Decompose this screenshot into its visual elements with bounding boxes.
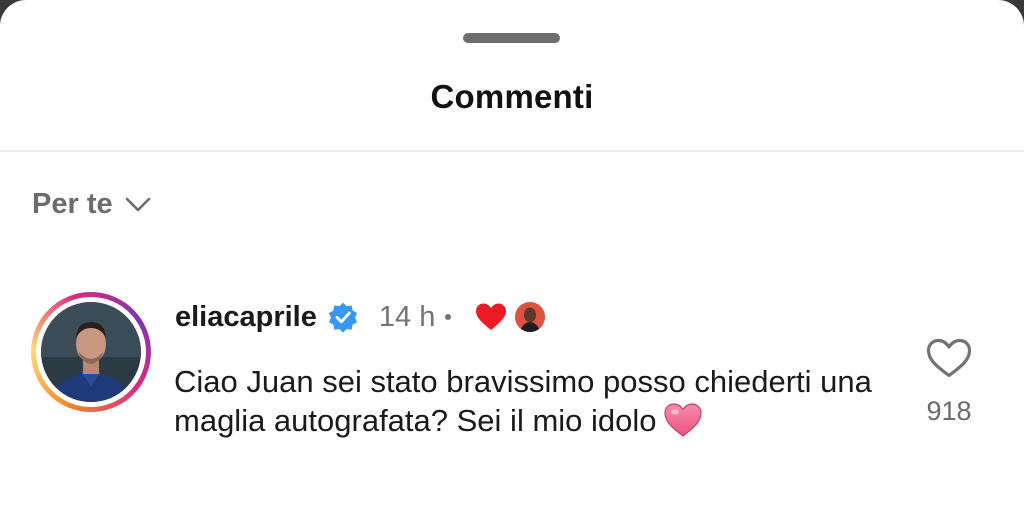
- heart-icon: [476, 303, 507, 330]
- username[interactable]: eliacaprile: [175, 301, 317, 334]
- pink-heart-icon: [663, 403, 702, 437]
- comment-header: eliacaprile 14 h: [175, 296, 546, 338]
- comment-time: 14 h: [378, 300, 436, 333]
- sort-dropdown[interactable]: Per te: [32, 188, 151, 221]
- separator-dot: [445, 314, 452, 320]
- creator-avatar: [515, 302, 546, 332]
- header-divider: [0, 150, 1024, 152]
- sheet-title: Commenti: [430, 78, 594, 115]
- like-count: 918: [926, 396, 972, 426]
- verified-badge-icon: [328, 302, 357, 333]
- comment-body: Ciao Juan sei stato bravissimo posso chi…: [174, 364, 872, 438]
- chevron-down-icon: [125, 197, 150, 211]
- like-heart-icon[interactable]: [925, 337, 973, 379]
- drag-handle[interactable]: [463, 33, 560, 43]
- avatar[interactable]: [41, 302, 141, 402]
- sort-label: Per te: [32, 188, 113, 220]
- story-ring[interactable]: [31, 292, 151, 412]
- comment-text: Ciao Juan sei stato bravissimo posso chi…: [174, 362, 874, 440]
- comments-sheet: Commenti Per te eliacaprile 14 h Ciao Ju…: [0, 0, 1024, 510]
